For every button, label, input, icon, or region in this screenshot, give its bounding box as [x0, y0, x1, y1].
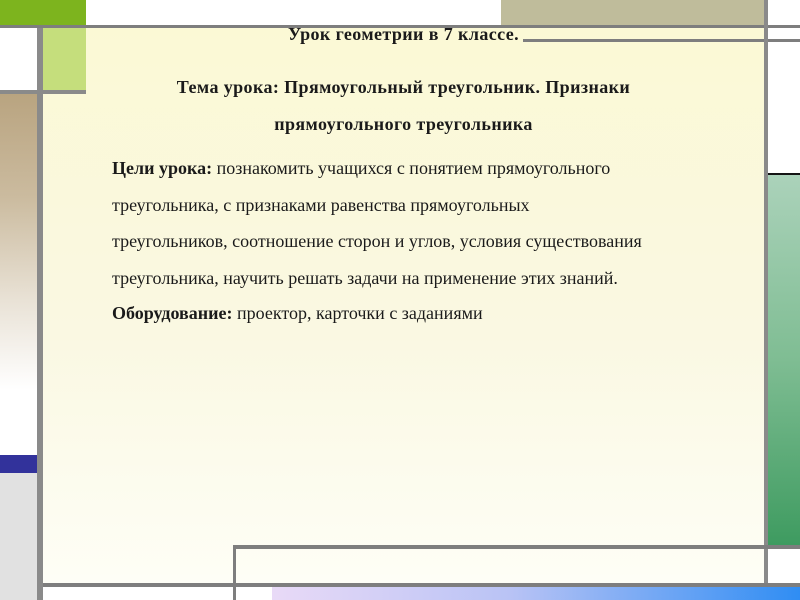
- top-left-green-block: [0, 0, 86, 25]
- left-indigo-bar: [0, 455, 37, 473]
- presentation-slide: Урок геометрии в 7 классе. Тема урока: П…: [0, 0, 800, 600]
- top-right-tan-bar: [501, 0, 764, 25]
- lesson-goals-line1-text: познакомить учащихся с понятием прямоуго…: [212, 158, 611, 178]
- bottom-gradient-bar: [272, 587, 800, 600]
- left-gray-strip: [0, 473, 37, 600]
- bottom-box-left-border: [233, 545, 236, 600]
- lesson-topic-line1: Тема урока: Прямоугольный треугольник. П…: [176, 77, 631, 97]
- lesson-goals-line2: треугольника, с признаками равенства пря…: [112, 194, 530, 215]
- equipment-label: Оборудование:: [112, 303, 233, 323]
- equipment-text: проектор, карточки с заданиями: [232, 303, 483, 323]
- right-green-gradient-panel: [768, 173, 800, 545]
- lesson-goals-line3: треугольников, соотношение сторон и угло…: [112, 231, 642, 251]
- lesson-goals: Цели урока: познакомить учащихся с понят…: [112, 150, 752, 296]
- lesson-topic: Тема урока: Прямоугольный треугольник. П…: [43, 69, 764, 143]
- lesson-topic-line2: прямоугольного треугольника: [274, 114, 533, 134]
- bottom-box-top-border: [233, 545, 800, 549]
- lesson-goals-label: Цели урока:: [112, 158, 213, 178]
- lesson-goals-line1: Цели урока: познакомить учащихся с понят…: [112, 150, 752, 187]
- left-tan-gradient-strip: [0, 94, 37, 390]
- slide-title: Урок геометрии в 7 классе.: [287, 24, 520, 44]
- equipment-line: Оборудование: проектор, карточки с задан…: [112, 303, 483, 324]
- lesson-goals-line4: треугольника, научить решать задачи на п…: [112, 267, 618, 288]
